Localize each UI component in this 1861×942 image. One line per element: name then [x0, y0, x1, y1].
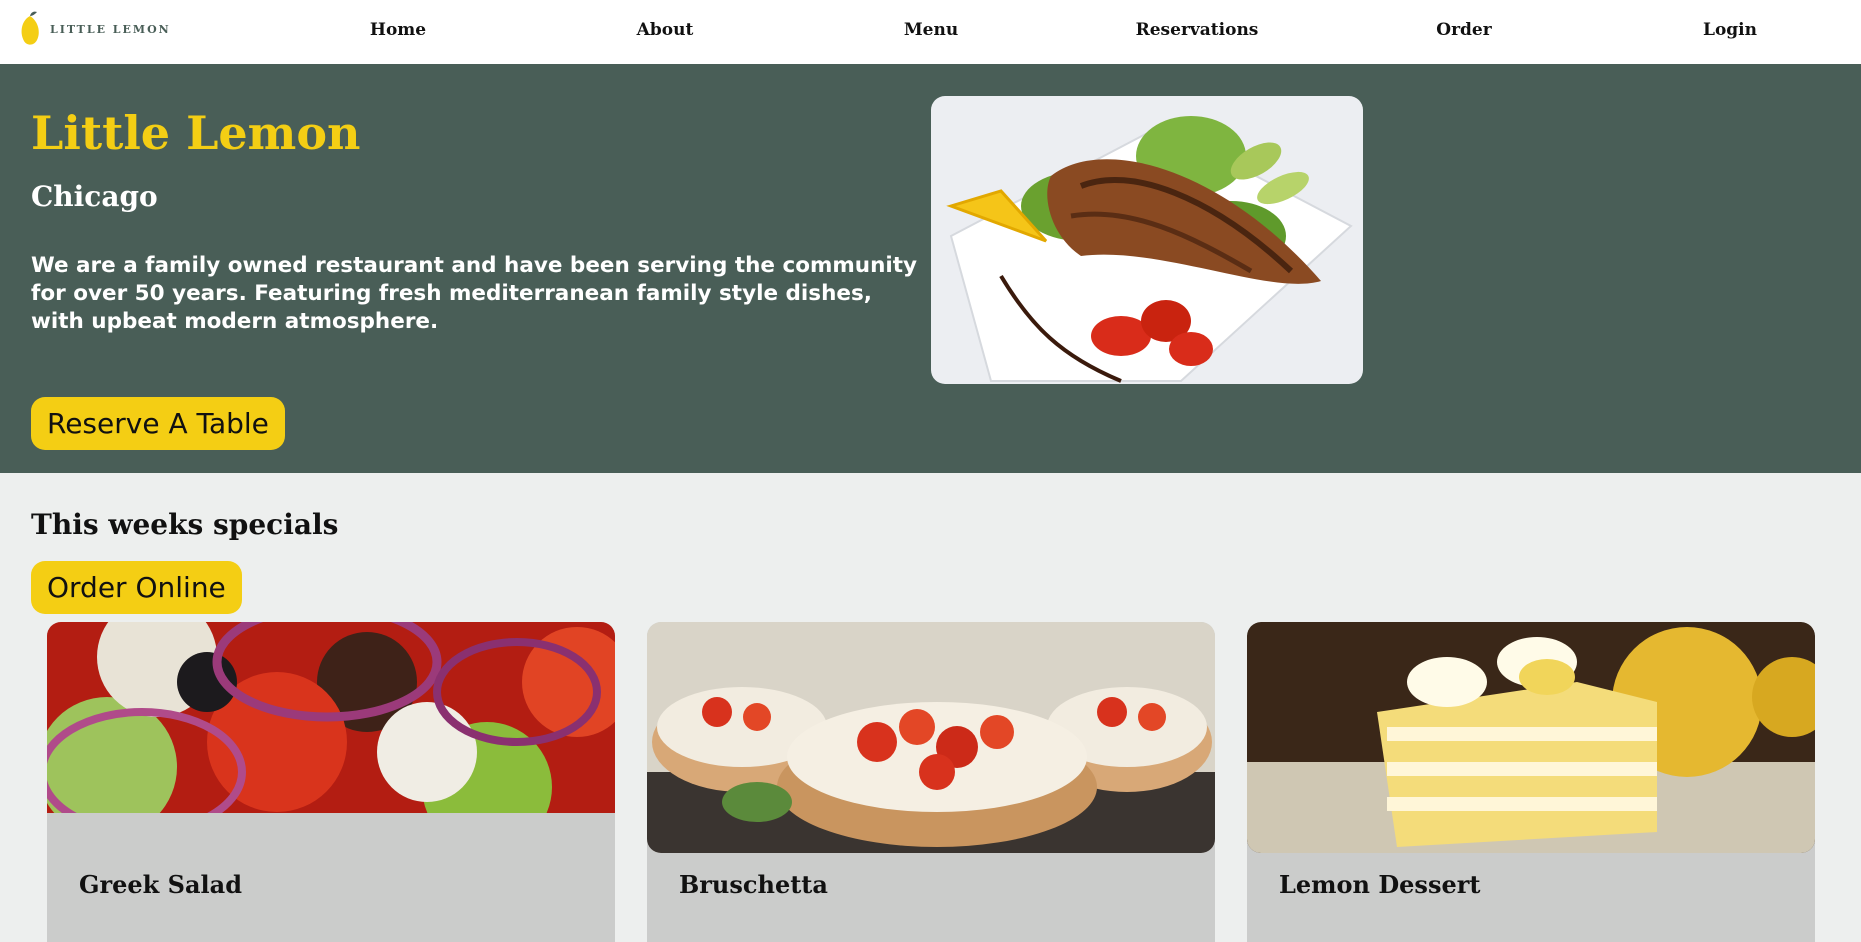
- lemon-cake-image: [1247, 622, 1815, 853]
- logo-text: LITTLE LEMON: [50, 22, 171, 36]
- order-online-button[interactable]: Order Online: [31, 561, 242, 614]
- greek-salad-image: [47, 622, 615, 852]
- nav-order[interactable]: Order: [1436, 20, 1491, 40]
- hero-description: We are a family owned restaurant and hav…: [31, 253, 918, 334]
- nav-home[interactable]: Home: [370, 20, 426, 40]
- nav-menu[interactable]: Menu: [904, 20, 958, 40]
- grilled-salmon-plate-image: [931, 96, 1363, 384]
- hero-title: Little Lemon: [31, 106, 361, 160]
- top-nav: LITTLE LEMON Home About Menu Reservation…: [0, 0, 1861, 64]
- special-card-name: Bruschetta: [679, 870, 828, 899]
- hero-section: Little Lemon Chicago We are a family own…: [0, 64, 1861, 473]
- nav-login[interactable]: Login: [1703, 20, 1757, 40]
- special-card-name: Lemon Dessert: [1279, 870, 1481, 899]
- bruschetta-image: [647, 622, 1215, 853]
- special-card-bruschetta[interactable]: Bruschetta: [647, 622, 1215, 942]
- nav-reservations[interactable]: Reservations: [1136, 20, 1259, 40]
- logo[interactable]: LITTLE LEMON: [18, 10, 171, 48]
- nav-about[interactable]: About: [637, 20, 694, 40]
- reserve-table-button[interactable]: Reserve A Table: [31, 397, 285, 450]
- special-card-lemon-dessert[interactable]: Lemon Dessert: [1247, 622, 1815, 942]
- specials-title: This weeks specials: [31, 508, 339, 541]
- hero-subtitle: Chicago: [31, 180, 158, 213]
- special-card-name: Greek Salad: [79, 870, 242, 899]
- lemon-icon: [21, 11, 39, 45]
- special-card-greek-salad[interactable]: Greek Salad: [47, 622, 615, 942]
